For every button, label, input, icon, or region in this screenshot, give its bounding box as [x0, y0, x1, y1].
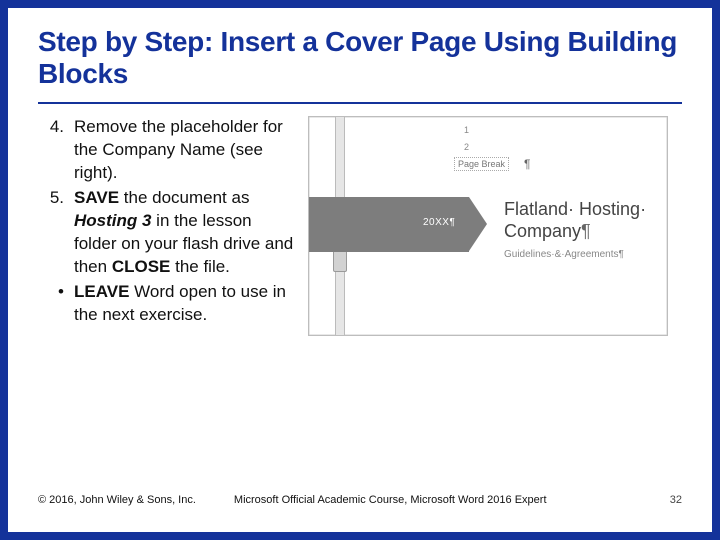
- course-name: Microsoft Official Academic Course, Micr…: [234, 494, 670, 506]
- page-break-text: Page Break: [454, 157, 509, 171]
- cover-band-arrow: [469, 197, 487, 251]
- list-item: • LEAVE Word open to use in the next exe…: [38, 281, 298, 327]
- pilcrow-icon: ¶: [524, 157, 530, 171]
- list-item: 4. Remove the placeholder for the Compan…: [38, 116, 298, 185]
- copyright: © 2016, John Wiley & Sons, Inc.: [38, 494, 196, 506]
- cover-subtitle: Guidelines·&·Agreements¶: [504, 249, 624, 260]
- save-keyword: SAVE: [74, 188, 119, 207]
- cover-title-line: Company: [504, 221, 581, 241]
- page-number: 32: [670, 494, 682, 506]
- text-fragment: the file.: [170, 257, 230, 276]
- cover-page-preview: 1 2 Page Break ¶ 20XX¶ Flatland· Hosting…: [308, 116, 668, 336]
- title-rule: [38, 102, 682, 104]
- footer: © 2016, John Wiley & Sons, Inc. Microsof…: [38, 494, 682, 506]
- slide: Step by Step: Insert a Cover Page Using …: [8, 8, 712, 532]
- ruler-tick: 2: [464, 142, 469, 152]
- list-item: 5. SAVE the document as Hosting 3 in the…: [38, 187, 298, 279]
- preview-column: 1 2 Page Break ¶ 20XX¶ Flatland· Hosting…: [308, 116, 692, 336]
- step-text: LEAVE Word open to use in the next exerc…: [74, 281, 298, 327]
- cover-title: Flatland· Hosting· Company¶: [504, 199, 646, 242]
- cover-title-line: Flatland· Hosting·: [504, 199, 646, 219]
- step-text: SAVE the document as Hosting 3 in the le…: [74, 187, 298, 279]
- step-marker: 5.: [38, 187, 74, 279]
- filename: Hosting 3: [74, 211, 151, 230]
- bullet-marker: •: [38, 281, 74, 327]
- page-break-label: Page Break: [454, 159, 509, 169]
- text-fragment: the document as: [119, 188, 249, 207]
- step-marker: 4.: [38, 116, 74, 185]
- ruler-tick: 1: [464, 125, 469, 135]
- close-keyword: CLOSE: [112, 257, 171, 276]
- leave-keyword: LEAVE: [74, 282, 129, 301]
- body-row: 4. Remove the placeholder for the Compan…: [8, 114, 712, 336]
- pilcrow-icon: ¶: [581, 221, 591, 241]
- page-title: Step by Step: Insert a Cover Page Using …: [8, 8, 712, 98]
- steps-list: 4. Remove the placeholder for the Compan…: [38, 116, 298, 336]
- cover-year: 20XX¶: [423, 217, 455, 228]
- step-text: Remove the placeholder for the Company N…: [74, 116, 298, 185]
